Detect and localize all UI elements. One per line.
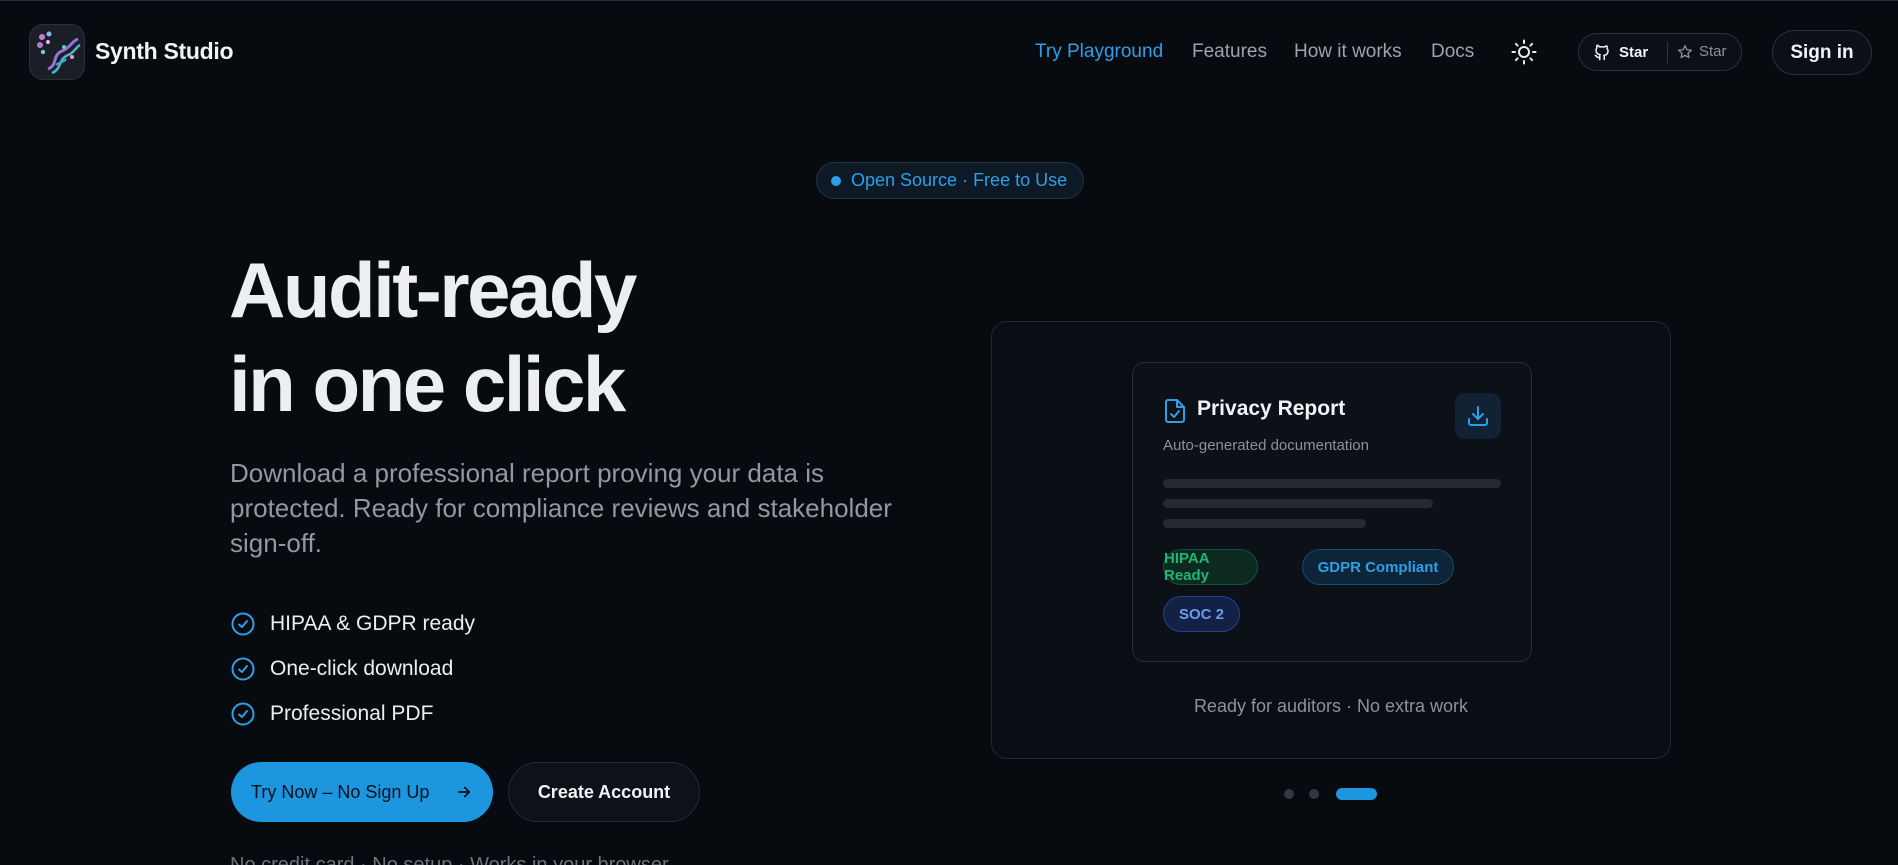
open-source-badge: Open Source · Free to Use <box>816 162 1084 199</box>
hero-subtitle: Download a professional report proving y… <box>230 458 892 558</box>
feature-item: Professional PDF <box>230 691 475 736</box>
top-navigation: Synth Studio Try Playground Features How… <box>0 1 1898 103</box>
sun-icon <box>1511 39 1537 65</box>
logo-icon[interactable] <box>29 24 85 80</box>
github-icon <box>1594 44 1609 61</box>
carousel-dot-2[interactable] <box>1309 789 1319 799</box>
theme-toggle-button[interactable] <box>1510 38 1538 66</box>
privacy-report-card: Privacy Report Auto-generated documentat… <box>1132 362 1532 662</box>
feature-label: HIPAA & GDPR ready <box>270 611 476 635</box>
github-star-count: Star <box>1699 43 1727 60</box>
soc2-chip: SOC 2 <box>1163 596 1240 632</box>
feature-list: HIPAA & GDPR ready One-click download Pr… <box>230 601 475 736</box>
feature-label: One-click download <box>270 656 454 680</box>
nav-link-features[interactable]: Features <box>1192 41 1267 63</box>
divider <box>1667 42 1668 63</box>
create-account-button[interactable]: Create Account <box>508 762 700 822</box>
arrow-right-icon <box>458 786 471 798</box>
carousel-dot-1[interactable] <box>1284 789 1294 799</box>
status-dot-icon <box>831 175 841 186</box>
nav-link-docs[interactable]: Docs <box>1431 41 1474 63</box>
check-circle-icon <box>231 657 255 680</box>
try-now-button[interactable]: Try Now – No Sign Up <box>231 762 493 822</box>
card-title: Privacy Report <box>1197 397 1346 420</box>
placeholder-line <box>1163 499 1433 508</box>
github-star-button[interactable]: Star Star <box>1578 33 1742 71</box>
github-star-label: Star <box>1619 43 1649 61</box>
card-subtitle: Auto-generated documentation <box>1163 437 1369 454</box>
nav-link-how-it-works[interactable]: How it works <box>1294 41 1402 63</box>
feature-label: Professional PDF <box>270 701 434 725</box>
hero-title-line-2: in one click <box>229 340 626 428</box>
document-check-icon <box>1165 399 1185 423</box>
brand-name[interactable]: Synth Studio <box>95 38 234 65</box>
badge-text: Open Source · Free to Use <box>851 170 1068 190</box>
fineprint-text: No credit card · No setup · Works in you… <box>230 854 669 865</box>
try-now-label: Try Now – No Sign Up <box>251 781 430 802</box>
check-circle-icon <box>231 702 255 725</box>
preview-panel: Privacy Report Auto-generated documentat… <box>991 321 1671 759</box>
nav-link-try-playground[interactable]: Try Playground <box>1035 41 1163 63</box>
feature-item: HIPAA & GDPR ready <box>230 601 475 646</box>
placeholder-line <box>1163 479 1501 488</box>
feature-item: One-click download <box>230 646 475 691</box>
sign-in-button[interactable]: Sign in <box>1772 30 1872 75</box>
download-button[interactable] <box>1455 393 1501 439</box>
check-circle-icon <box>231 612 255 635</box>
hipaa-ready-chip: HIPAA Ready <box>1163 549 1258 585</box>
gdpr-compliant-chip: GDPR Compliant <box>1302 549 1454 585</box>
preview-caption: Ready for auditors · No extra work <box>1193 696 1469 716</box>
placeholder-line <box>1163 519 1366 528</box>
hero-title: Audit-ready in one click <box>229 243 637 431</box>
carousel-dot-3-active[interactable] <box>1336 788 1377 800</box>
download-icon <box>1468 406 1488 426</box>
star-icon <box>1678 44 1692 58</box>
hero-title-line-1: Audit-ready <box>229 246 637 334</box>
